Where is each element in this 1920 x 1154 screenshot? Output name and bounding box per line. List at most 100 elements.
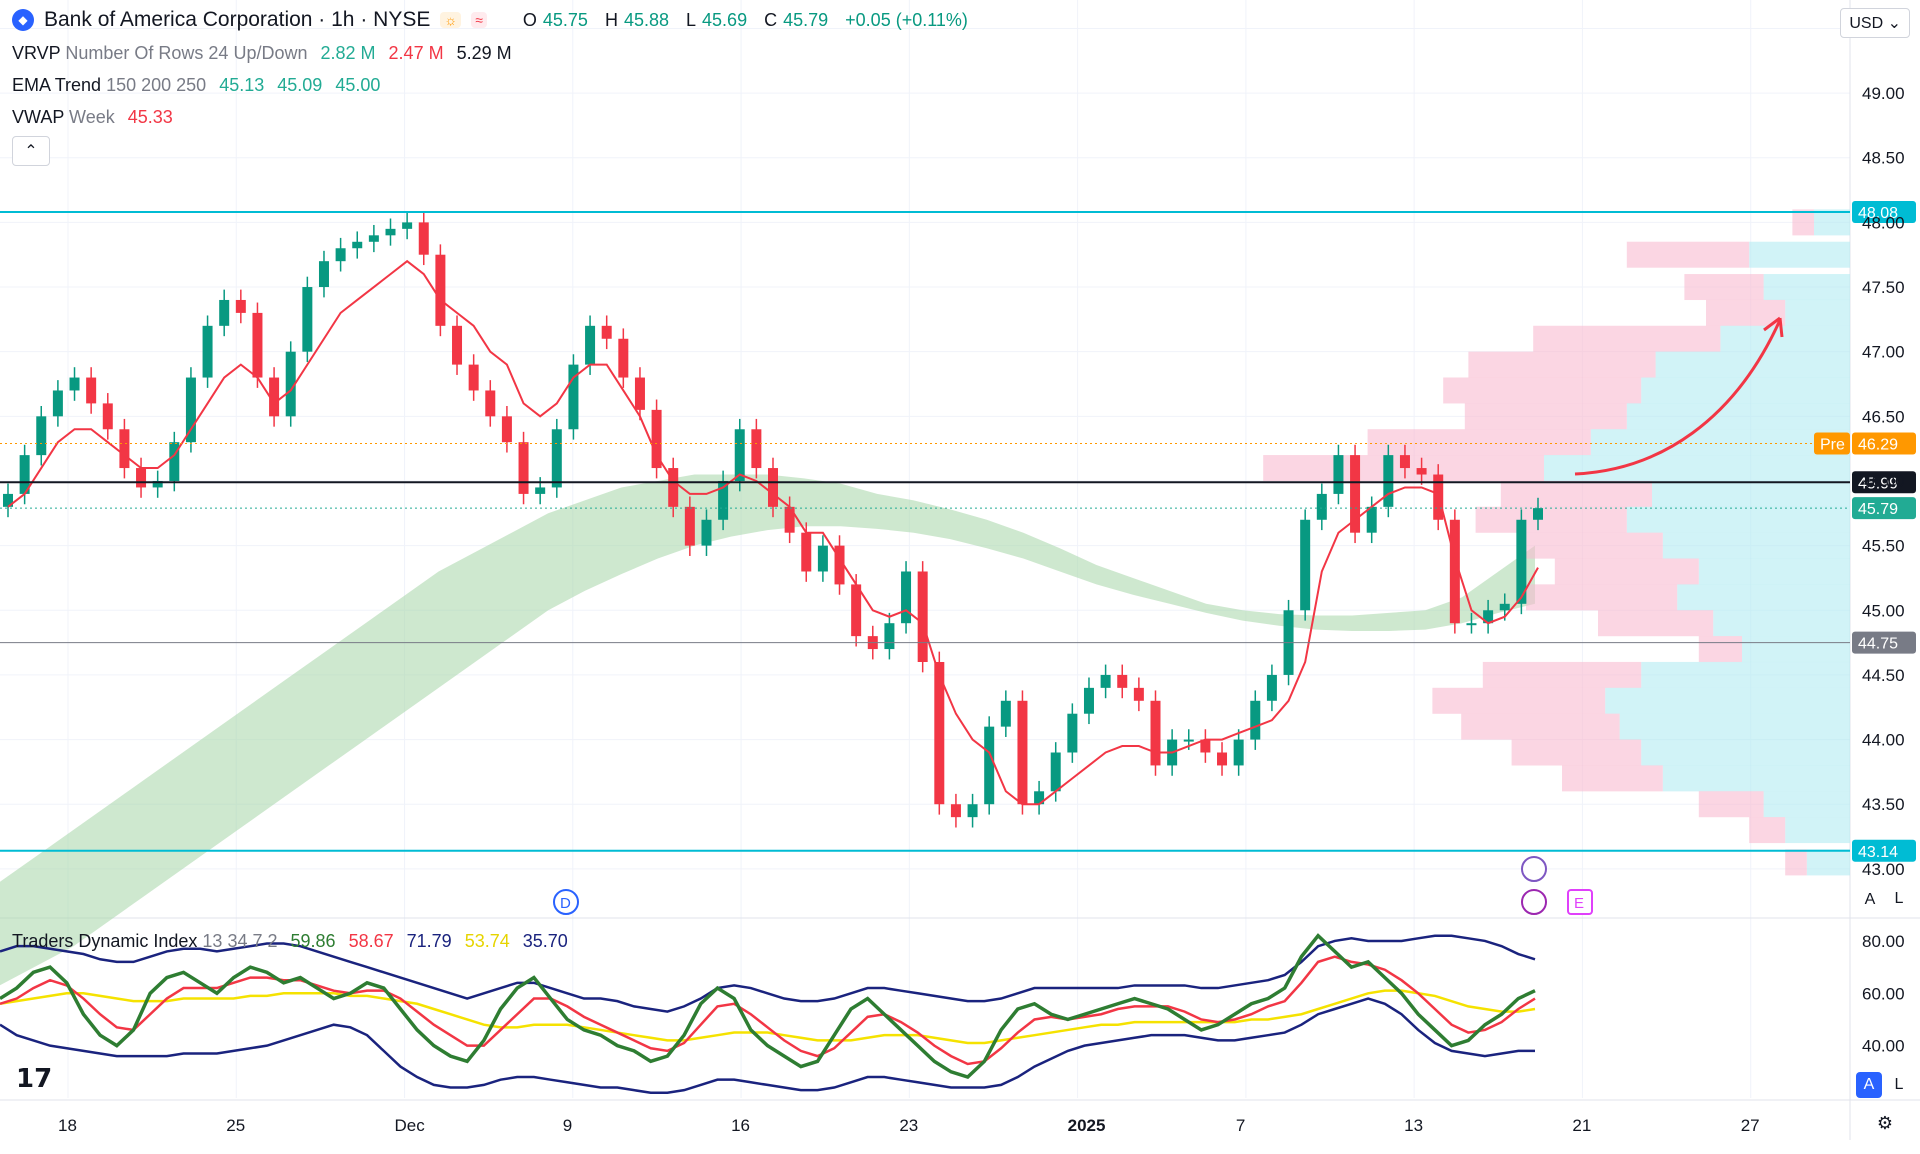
candle-body bbox=[1250, 700, 1261, 740]
level-label-text: 43.14 bbox=[1858, 844, 1898, 861]
candle-body bbox=[1017, 700, 1028, 805]
time-axis-label: 7 bbox=[1236, 1116, 1245, 1135]
tdi-v1: 59.86 bbox=[290, 931, 336, 951]
ai-marker-icon bbox=[1521, 856, 1547, 882]
legend-ema[interactable]: EMA Trend 150 200 250 45.13 45.09 45.00 bbox=[12, 74, 380, 96]
candle-body bbox=[185, 377, 196, 443]
volume-profile-down-bar bbox=[1511, 739, 1642, 766]
vrvp-down: 2.47 M bbox=[388, 43, 444, 63]
vrvp-params: Number Of Rows 24 Up/Down bbox=[65, 43, 308, 63]
candle-body bbox=[601, 325, 612, 339]
high-key: H bbox=[604, 9, 618, 30]
candle-body bbox=[318, 261, 329, 288]
open-key: O bbox=[522, 9, 537, 30]
scale-auto-label: A bbox=[1864, 891, 1876, 908]
volume-profile-up-bar bbox=[1641, 661, 1850, 688]
candle-body bbox=[335, 248, 346, 262]
legend-vrvp[interactable]: VRVP Number Of Rows 24 Up/Down 2.82 M 2.… bbox=[12, 42, 512, 64]
candle-body bbox=[385, 228, 396, 236]
volume-profile-up-bar bbox=[1662, 765, 1850, 792]
candle-body bbox=[518, 442, 529, 494]
collapse-legend-button[interactable]: ⌃ bbox=[12, 136, 50, 166]
volume-profile-up-bar bbox=[1626, 506, 1850, 533]
scale-auto-button-top[interactable]: A bbox=[1856, 886, 1884, 914]
tradingview-logo-text: 17 bbox=[16, 1064, 53, 1094]
candle-body bbox=[817, 545, 828, 572]
vwap-name: VWAP bbox=[12, 107, 65, 127]
tradingview-logo[interactable]: 17 bbox=[16, 1064, 52, 1094]
candle-body bbox=[1000, 700, 1011, 727]
candle-body bbox=[368, 235, 379, 242]
price-axis-tick: 47.00 bbox=[1862, 343, 1905, 362]
scale-auto-button-bottom[interactable]: A bbox=[1856, 1072, 1882, 1098]
price-axis-tick: 48.50 bbox=[1862, 149, 1905, 168]
legend-vwap[interactable]: VWAP Week 45.33 bbox=[12, 106, 173, 128]
vwap-value: 45.33 bbox=[127, 107, 173, 127]
volume-profile-up-bar bbox=[1785, 817, 1850, 844]
scale-log-button-top[interactable]: L bbox=[1886, 886, 1912, 912]
scale-log-label-bottom: L bbox=[1894, 1076, 1904, 1093]
scale-log-button-bottom[interactable]: L bbox=[1886, 1072, 1912, 1098]
candle-body bbox=[967, 804, 978, 818]
price-axis-tick: 45.00 bbox=[1862, 601, 1905, 620]
volume-profile-up-bar bbox=[1763, 791, 1850, 818]
candle-body bbox=[1416, 468, 1427, 475]
candle-body bbox=[452, 325, 463, 365]
volume-profile-down-bar bbox=[1792, 209, 1814, 236]
price-axis-tick: 46.50 bbox=[1862, 407, 1905, 426]
time-axis-label: 16 bbox=[731, 1116, 750, 1135]
candle-body bbox=[485, 390, 496, 417]
price-axis-tick: 47.50 bbox=[1862, 278, 1905, 297]
legend-tdi[interactable]: Traders Dynamic Index 13 34 7 2 59.86 58… bbox=[12, 930, 568, 952]
volume-profile-up-bar bbox=[1677, 584, 1850, 611]
volume-profile-down-bar bbox=[1468, 351, 1656, 378]
candle-body bbox=[618, 338, 629, 378]
candle-body bbox=[901, 571, 912, 624]
currency-select[interactable]: USD ⌄ bbox=[1840, 8, 1910, 38]
candle-body bbox=[1050, 752, 1061, 792]
ohlc-readout: O 45.75 H 45.88 L 45.69 C 45.79 +0.05 (+0.11… bbox=[523, 10, 974, 31]
chevron-up-icon: ⌃ bbox=[24, 143, 38, 160]
candle-body bbox=[1316, 493, 1327, 520]
candle-body bbox=[86, 377, 97, 404]
candle-body bbox=[302, 287, 313, 352]
volume-profile-up-bar bbox=[1785, 299, 1850, 326]
candle-body bbox=[1499, 603, 1510, 611]
candle-body bbox=[1133, 687, 1144, 701]
candle-body bbox=[1533, 508, 1543, 520]
candle-body bbox=[950, 804, 961, 818]
volume-profile-down-bar bbox=[1443, 377, 1642, 404]
volume-profile-up-bar bbox=[1698, 558, 1850, 585]
candle-body bbox=[102, 403, 113, 430]
chart-header: ◆ Bank of America Corporation · 1h · NYS… bbox=[12, 8, 974, 32]
tdi-params: 13 34 7 2 bbox=[202, 931, 278, 951]
volume-profile-up-bar bbox=[1626, 403, 1850, 430]
price-axis-tick: 43.00 bbox=[1862, 860, 1905, 879]
candle-body bbox=[684, 506, 695, 546]
candle-body bbox=[585, 325, 596, 365]
market-status-icon: ☼ bbox=[440, 12, 462, 28]
price-chart[interactable]: 48.0843.1445.9944.7546.29Pre45.7949.5049… bbox=[0, 0, 1920, 1149]
candle-body bbox=[1383, 455, 1394, 507]
candle-body bbox=[1350, 455, 1361, 533]
candle-body bbox=[851, 584, 862, 637]
volume-profile-up-bar bbox=[1652, 480, 1850, 507]
settings-gear-icon[interactable]: ⚙ bbox=[1872, 1110, 1898, 1136]
candle-body bbox=[801, 532, 812, 572]
candle-body bbox=[52, 390, 63, 417]
candle-body bbox=[535, 487, 546, 494]
candle-body bbox=[418, 222, 429, 255]
time-axis-label: 18 bbox=[58, 1116, 77, 1135]
price-axis-tick: 44.50 bbox=[1862, 666, 1905, 685]
low-key: L bbox=[686, 9, 697, 30]
time-axis-label: 13 bbox=[1404, 1116, 1423, 1135]
volume-profile-down-bar bbox=[1533, 325, 1721, 352]
scale-auto-label-bottom: A bbox=[1863, 1076, 1875, 1093]
price-label-text: 46.29 bbox=[1858, 436, 1898, 453]
earnings-marker-label: E bbox=[1574, 895, 1584, 912]
candle-body bbox=[1067, 713, 1078, 753]
tdi-axis-tick: 80.00 bbox=[1862, 932, 1905, 951]
symbol-title[interactable]: Bank of America Corporation · 1h · NYSE bbox=[44, 8, 430, 32]
volume-profile-down-bar bbox=[1526, 532, 1663, 559]
candle-body bbox=[1183, 739, 1194, 742]
